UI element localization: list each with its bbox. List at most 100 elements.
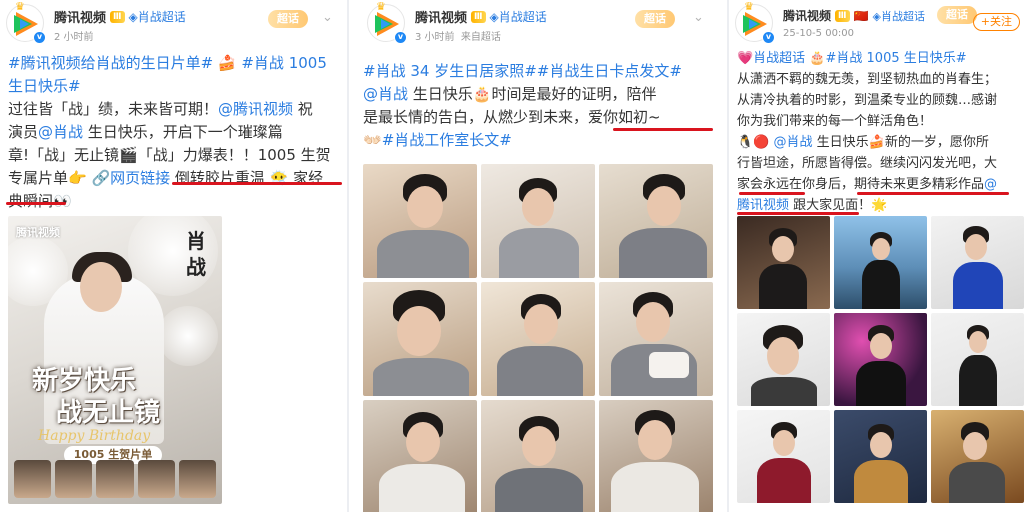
photo-face <box>406 422 440 462</box>
photo-thumbnail[interactable] <box>931 410 1024 503</box>
text-span: 是最长情的告白，从燃少到未来，爱你如初~ <box>363 108 661 126</box>
crown-icon: ♛ <box>744 0 754 13</box>
hashtag-link[interactable]: #肖战工作室长文# <box>382 131 512 149</box>
photo-body <box>497 346 583 396</box>
photo-face <box>524 304 558 344</box>
highlight-underline <box>172 182 342 185</box>
post-text: #腾讯视频给肖战的生日片单# 🍰 #肖战 1005 生日快乐# 过往皆「战」绩，… <box>8 52 341 213</box>
avatar[interactable]: ♛ v <box>6 0 46 44</box>
chevron-down-icon[interactable]: ⌄ <box>322 10 333 25</box>
post-image-poster[interactable]: 腾讯视频 肖战 新岁快乐 战无止镜 Happy Birthday 1005 生贺… <box>8 216 222 504</box>
chaohua-badge[interactable]: 超话 <box>266 8 312 30</box>
photo-thumbnail[interactable] <box>931 216 1024 309</box>
text-line: 从潇洒不羁的魏无羡，到坚韧热血的肖春生； <box>737 69 1022 90</box>
text-span: 演员 <box>8 123 39 141</box>
text-line: #肖战 34 岁生日居家照##肖战生日卡点发文# <box>363 60 721 83</box>
author-label: 腾讯视频 <box>54 11 107 26</box>
photo-thumbnail[interactable] <box>481 400 595 512</box>
text-line: 🐧🔴 @肖战 生日快乐🍰新的一岁，愿你所 <box>737 132 1022 153</box>
hashtag-link[interactable]: #肖战 34 岁生日居家照##肖战生日卡点发文# <box>363 62 682 80</box>
photo-thumbnail[interactable] <box>481 164 595 278</box>
text-line: 演员@肖战 生日快乐，开启下一个璀璨篇 <box>8 121 341 144</box>
photo-face <box>407 186 443 228</box>
photo-face <box>397 306 441 356</box>
photo-face <box>773 430 795 456</box>
topic-link[interactable]: ◈肖战超话 <box>490 8 547 25</box>
mention-link[interactable]: @肖战 <box>774 135 813 150</box>
chaohua-badge[interactable]: 超话 <box>633 8 679 30</box>
poster-title-line2: 战无止镜 <box>56 398 161 428</box>
topic-link[interactable]: ◈肖战超话 <box>872 8 924 24</box>
chaohua-badge-label: 超话 <box>635 10 675 28</box>
poster-thumbnail <box>55 460 93 498</box>
text-span: 从潇洒不羁的魏无羡，到坚韧热血的肖春生； <box>737 72 998 87</box>
photo-body <box>751 377 817 406</box>
author-label: 腾讯视频 <box>415 11 468 26</box>
mention-link[interactable]: @ <box>984 177 997 192</box>
photo-thumbnail[interactable] <box>599 164 713 278</box>
photo-face <box>870 432 892 458</box>
text-line: 从清冷执着的时影，到温柔专业的顾魏…感谢 <box>737 90 1022 111</box>
level-badge: Ⅲ <box>835 9 850 22</box>
text-span: 行皆坦途，所愿皆得偿。继续闪闪发光吧，大 <box>737 156 998 171</box>
photo-thumbnail[interactable] <box>834 410 927 503</box>
crown-icon: ♛ <box>15 0 25 13</box>
highlight-underline <box>857 192 1009 195</box>
photo-thumbnail[interactable] <box>481 282 595 396</box>
text-line: 行皆坦途，所愿皆得偿。继续闪闪发光吧，大 <box>737 153 1022 174</box>
photo-body <box>619 228 707 278</box>
post-card-3: ♛ v 腾讯视频 Ⅲ 🇨🇳 ◈肖战超话 25-10-5 00:00 超话 +关注… <box>729 0 1028 512</box>
avatar[interactable]: ♛ v <box>735 0 775 44</box>
text-line: 💗肖战超话 🎂#肖战 1005 生日快乐# <box>737 48 1022 69</box>
photo-thumbnail[interactable] <box>737 410 830 503</box>
text-line: 👐🏻#肖战工作室长文# <box>363 129 721 152</box>
text-span: 生日快乐🍰新的一岁，愿你所 <box>812 135 989 150</box>
mention-link[interactable]: @肖战 <box>38 123 83 141</box>
author-name[interactable]: 腾讯视频 Ⅲ 🇨🇳 ◈肖战超话 <box>783 7 925 24</box>
text-span: 祝 <box>293 100 313 118</box>
photo-thumbnail[interactable] <box>834 313 927 406</box>
chevron-down-icon[interactable]: ⌄ <box>693 10 704 25</box>
text-line: 专属片单👉 🔗网页链接 倒转胶片重温 😶‍🌫️ 家经 <box>8 167 341 190</box>
photo-thumbnail[interactable] <box>363 282 477 396</box>
poster-script: Happy Birthday <box>38 428 151 444</box>
photo-body <box>759 264 807 309</box>
photo-thumbnail[interactable] <box>834 216 927 309</box>
avatar[interactable]: ♛ v <box>367 0 407 44</box>
photo-thumbnail[interactable] <box>363 164 477 278</box>
photo-thumbnail[interactable] <box>737 313 830 406</box>
author-name[interactable]: 腾讯视频 Ⅲ ◈肖战超话 <box>54 7 186 26</box>
mention-link[interactable]: @肖战 <box>363 85 408 103</box>
author-name[interactable]: 腾讯视频 Ⅲ ◈肖战超话 <box>415 7 547 26</box>
text-span: 🍰 <box>213 54 242 72</box>
blossom-decoration <box>158 306 218 366</box>
verified-icon: v <box>762 31 775 44</box>
photo-thumbnail[interactable] <box>931 313 1024 406</box>
verified-icon: v <box>33 31 46 44</box>
photo-grid <box>737 216 1025 503</box>
hashtag-link[interactable]: #腾讯视频给肖战的生日片单# <box>8 54 213 72</box>
photo-thumbnail[interactable] <box>599 400 713 512</box>
photo-thumbnail[interactable] <box>737 216 830 309</box>
diamond-topic-icon: ◈ <box>128 10 138 24</box>
text-span: 生日快乐🎂时间是最好的证明，陪伴 <box>408 85 657 103</box>
text-span: 家会永远在你身后，期待未来更多精彩作品 <box>737 177 985 192</box>
mention-link[interactable]: 腾讯视频 <box>737 198 789 213</box>
text-span: 👐🏻 <box>363 131 382 149</box>
mention-link[interactable]: @腾讯视频 <box>218 100 293 118</box>
poster-thumbnail <box>178 460 217 498</box>
web-link[interactable]: 🔗网页链接 <box>91 169 170 187</box>
poster-thumbnail-strip <box>14 460 217 498</box>
follow-button[interactable]: +关注 <box>972 13 1020 31</box>
photo-body <box>949 462 1005 503</box>
hashtag-link[interactable]: #肖战 1005 <box>241 54 327 72</box>
chaohua-badge-label: 超话 <box>937 6 977 24</box>
topic-link[interactable]: ◈肖战超话 <box>129 8 186 25</box>
hashtag-link[interactable]: 生日快乐# <box>8 77 81 95</box>
text-span: 跟大家见面！🌟 <box>789 198 888 213</box>
photo-thumbnail[interactable] <box>599 282 713 396</box>
hashtag-link[interactable]: 💗肖战超话 🎂#肖战 1005 生日快乐# <box>737 51 967 66</box>
text-line: @肖战 生日快乐🎂时间是最好的证明，陪伴 <box>363 83 721 106</box>
photo-body <box>379 464 465 512</box>
photo-thumbnail[interactable] <box>363 400 477 512</box>
